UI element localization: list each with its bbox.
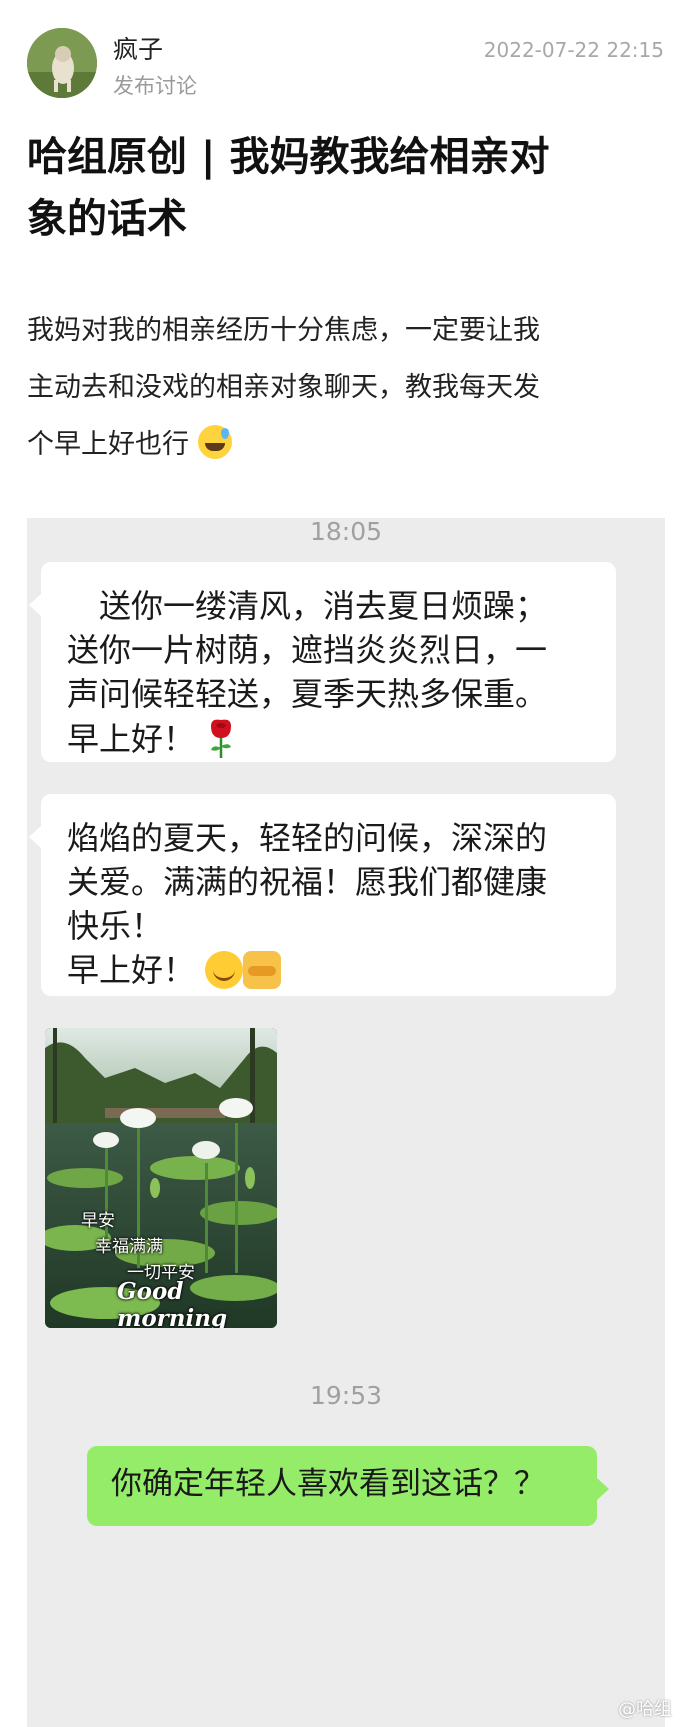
chat-time-label: 18:05	[309, 517, 383, 546]
message-line: 焰焰的夏天，轻轻的问候，深深的	[67, 819, 548, 857]
message-line: 送你一缕清风，消去夏日烦躁；	[67, 587, 548, 625]
message-line: 早上好！	[67, 716, 592, 761]
outgoing-message-bubble[interactable]: 你确定年轻人喜欢看到这话？？	[87, 1446, 609, 1526]
message-line: 关爱。满满的祝福！愿我们都健康	[67, 863, 548, 901]
post-title: 哈组原创 | 我妈教我给相亲对 象的话术	[27, 126, 667, 250]
post-timestamp: 2022-07-22 22:15	[483, 38, 664, 62]
post-title-line: 哈组原创 | 我妈教我给相亲对	[27, 134, 550, 180]
image-caption-good-morning: Good morning	[117, 1278, 228, 1328]
incoming-message-bubble[interactable]: 焰焰的夏天，轻轻的问候，深深的 关爱。满满的祝福！愿我们都健康 快乐！ 早上好！	[29, 794, 616, 996]
rose-icon	[211, 719, 232, 758]
dog-avatar-icon	[27, 28, 97, 98]
message-line: 快乐！	[67, 907, 164, 945]
incoming-message-bubble[interactable]: 送你一缕清风，消去夏日烦躁； 送你一片树荫，遮挡炎炎烈日，一 声问候轻轻送，夏季…	[29, 562, 616, 762]
post-body-text: 个早上好也行	[27, 429, 189, 460]
sweat-smile-emoji-icon	[197, 425, 232, 459]
message-line: 你确定年轻人喜欢看到这话？？	[111, 1466, 545, 1502]
morning-greeting-image[interactable]: 早安 幸福满满 一切平安 Good morning	[45, 1028, 277, 1328]
post-title-line: 象的话术	[27, 196, 187, 242]
avatar[interactable]	[27, 28, 97, 98]
author-name[interactable]: 疯子	[113, 30, 163, 66]
chat-screenshot: 18:05 送你一缕清风，消去夏日烦躁； 送你一片树荫，遮挡炎炎烈日，一 声问候…	[27, 517, 665, 1727]
post-header: 疯子 发布讨论 2022-07-22 22:15	[0, 0, 690, 110]
post-body-line: 主动去和没戏的相亲对象聊天，教我每天发	[27, 372, 540, 403]
message-line: 早上好！	[67, 948, 592, 992]
post-type-label: 发布讨论	[113, 74, 197, 98]
post-body-line: 我妈对我的相亲经历十分焦虑，一定要让我	[27, 315, 540, 346]
watermark: @哈组	[618, 1699, 672, 1720]
image-caption: 早安	[81, 1211, 115, 1231]
message-text: 早上好！	[67, 951, 196, 989]
post-body: 我妈对我的相亲经历十分焦虑，一定要让我 主动去和没戏的相亲对象聊天，教我每天发 …	[27, 302, 667, 473]
chat-time-label: 19:53	[309, 1381, 383, 1410]
handshake-emoji-icon	[243, 951, 282, 989]
smile-emoji-icon	[205, 951, 244, 989]
message-line: 声问候轻轻送，夏季天热多保重。	[67, 675, 548, 713]
post-body-line: 个早上好也行	[27, 416, 667, 473]
image-caption: 幸福满满	[95, 1237, 163, 1257]
message-line: 送你一片树荫，遮挡炎炎烈日，一	[67, 631, 548, 669]
message-text: 早上好！	[67, 720, 196, 758]
